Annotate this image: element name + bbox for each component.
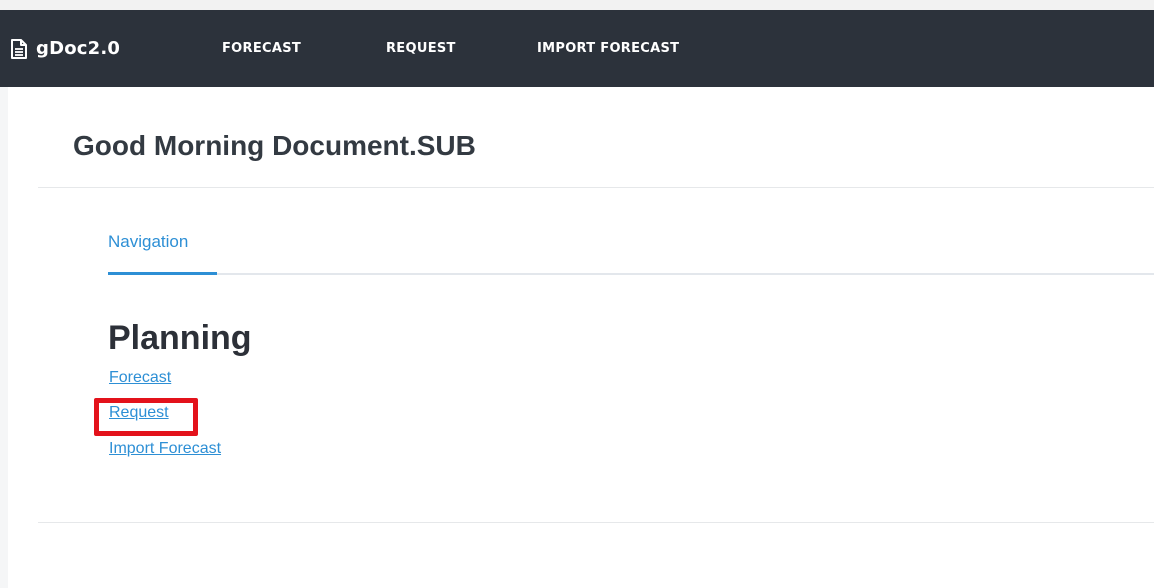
greeting-title: Good Morning Document.SUB bbox=[73, 130, 476, 161]
tab-bar: Navigation bbox=[108, 222, 1154, 276]
left-gutter bbox=[0, 87, 8, 588]
request-link[interactable]: Request bbox=[109, 404, 169, 422]
divider-top bbox=[38, 187, 1154, 188]
brand-name: gDoc2.0 bbox=[36, 38, 121, 59]
forecast-link[interactable]: Forecast bbox=[109, 369, 171, 387]
nav-forecast-link[interactable]: FORECAST bbox=[222, 10, 301, 87]
planning-heading: Planning bbox=[108, 319, 252, 357]
navbar: gDoc2.0 FORECAST REQUEST IMPORT FORECAST bbox=[0, 10, 1154, 87]
page: gDoc2.0 FORECAST REQUEST IMPORT FORECAST… bbox=[0, 0, 1154, 588]
document-icon bbox=[11, 38, 27, 59]
nav-import-forecast-link[interactable]: IMPORT FORECAST bbox=[537, 10, 679, 87]
tab-track bbox=[108, 273, 1154, 275]
nav-request-link[interactable]: REQUEST bbox=[386, 10, 456, 87]
top-strip bbox=[0, 0, 1154, 10]
divider-bottom bbox=[38, 522, 1154, 523]
brand-link[interactable]: gDoc2.0 bbox=[10, 10, 120, 87]
tab-navigation[interactable]: Navigation bbox=[108, 222, 217, 275]
import-forecast-link[interactable]: Import Forecast bbox=[109, 440, 221, 458]
